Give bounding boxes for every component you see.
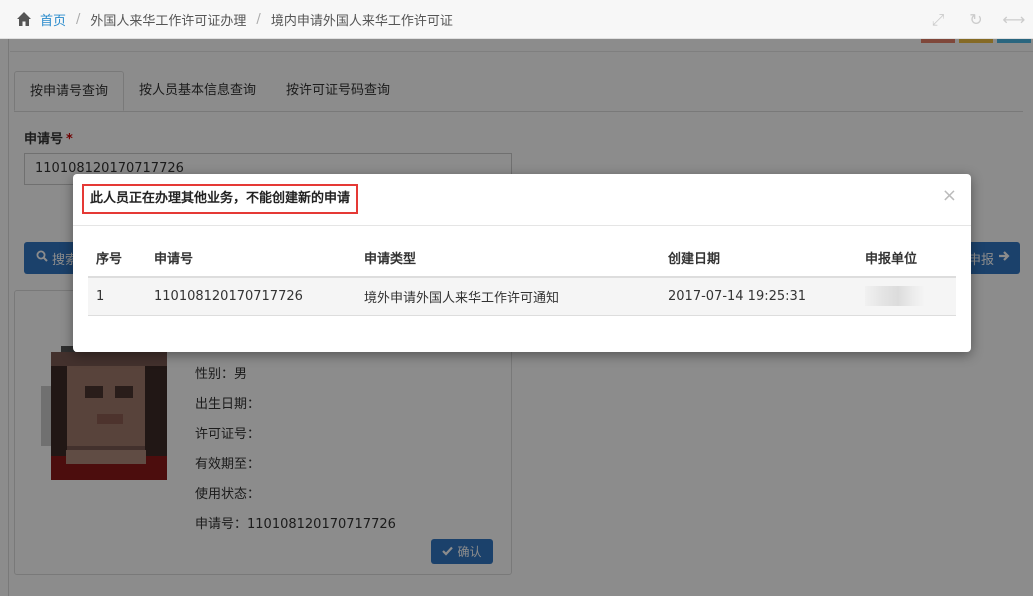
breadcrumb-home[interactable]: 首页 (40, 10, 66, 29)
table-row[interactable]: 1 110108120170717726 境外申请外国人来华工作许可通知 201… (88, 277, 956, 316)
redacted-unit (865, 286, 925, 307)
home-icon[interactable] (16, 11, 32, 27)
cell-unit (857, 277, 956, 316)
col-app-no: 申请号 (146, 239, 356, 278)
col-created: 创建日期 (660, 239, 857, 278)
cell-created: 2017-07-14 19:25:31 (660, 277, 857, 316)
cell-type: 境外申请外国人来华工作许可通知 (356, 277, 660, 316)
application-table: 序号 申请号 申请类型 创建日期 申报单位 1 1101081201707177… (88, 239, 956, 316)
conflict-dialog: 此人员正在办理其他业务，不能创建新的申请 × 序号 申请号 申请类型 创建日期 … (73, 174, 971, 352)
col-index: 序号 (88, 239, 146, 278)
refresh-icon[interactable]: ↻ (957, 0, 995, 43)
breadcrumb-bar: 首页 / 外国人来华工作许可证办理 / 境内申请外国人来华工作许可证 ⤢ ↻ ⟷ (0, 0, 1033, 43)
col-type: 申请类型 (356, 239, 660, 278)
breadcrumb-level1[interactable]: 外国人来华工作许可证办理 (90, 10, 246, 29)
col-unit: 申报单位 (857, 239, 956, 278)
fullscreen-icon[interactable]: ⤢ (919, 0, 957, 43)
dialog-header: 此人员正在办理其他业务，不能创建新的申请 × (73, 174, 971, 226)
table-header-row: 序号 申请号 申请类型 创建日期 申报单位 (88, 239, 956, 278)
breadcrumb-separator: / (256, 11, 261, 27)
cell-index: 1 (88, 277, 146, 316)
breadcrumb-level2: 境内申请外国人来华工作许可证 (270, 13, 453, 29)
dialog-title: 此人员正在办理其他业务，不能创建新的申请 (82, 184, 359, 214)
cell-app-no: 110108120170717726 (146, 277, 356, 316)
close-icon[interactable]: × (942, 186, 957, 206)
top-toolbar: ⤢ ↻ ⟷ (919, 0, 1033, 43)
breadcrumb-separator: / (76, 11, 81, 27)
collapse-icon[interactable]: ⟷ (995, 0, 1033, 43)
